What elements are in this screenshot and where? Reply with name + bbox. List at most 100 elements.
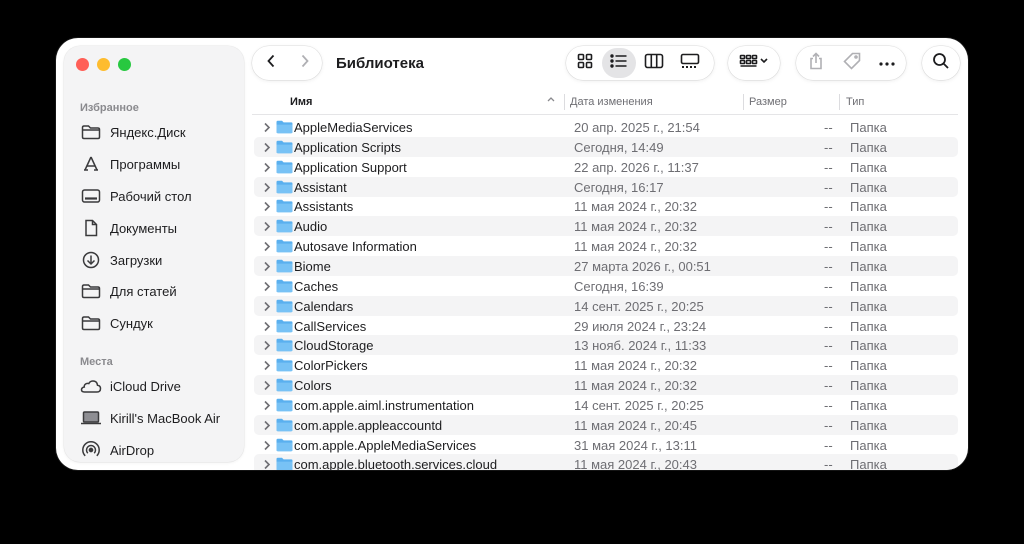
view-mode-group: [566, 46, 714, 80]
file-size: --: [824, 139, 833, 155]
table-row[interactable]: CloudStorage 13 нояб. 2024 г., 11:33 -- Пап…: [254, 335, 958, 356]
file-name: Biome: [294, 258, 331, 274]
icon-view-button[interactable]: [568, 48, 602, 78]
file-date-modified: 29 июля 2024 г., 23:24: [574, 318, 707, 334]
folder-icon: [276, 160, 293, 177]
sidebar-item-macbook[interactable]: Kirill's MacBook Air: [80, 405, 220, 431]
table-row[interactable]: Application Scripts Сегодня, 14:49 -- Папка: [254, 136, 958, 157]
disclosure-chevron-icon[interactable]: [263, 419, 271, 434]
minimize-button[interactable]: [97, 58, 110, 71]
sidebar-item-chest[interactable]: Сундук: [80, 310, 153, 336]
file-name: AppleMediaServices: [294, 120, 413, 135]
file-kind: Папка: [850, 457, 887, 470]
more-actions-button[interactable]: [870, 48, 904, 78]
disclosure-chevron-icon[interactable]: [263, 240, 271, 255]
back-button[interactable]: [254, 48, 288, 78]
file-size: --: [824, 120, 833, 135]
sidebar-item-downloads[interactable]: Загрузки: [80, 247, 162, 273]
share-button[interactable]: [798, 48, 834, 78]
column-header-kind[interactable]: Тип: [846, 96, 864, 108]
disclosure-chevron-icon[interactable]: [263, 458, 271, 470]
group-by-button[interactable]: [728, 48, 780, 78]
document-icon: [80, 218, 102, 238]
disclosure-chevron-icon[interactable]: [263, 141, 271, 156]
file-size: --: [824, 219, 833, 235]
disclosure-chevron-icon[interactable]: [263, 339, 271, 354]
file-date-modified: 31 мая 2024 г., 13:11: [574, 437, 697, 453]
file-kind: Папка: [850, 139, 887, 155]
folder-icon: [80, 313, 102, 333]
table-row[interactable]: CallServices 29 июля 2024 г., 23:24 -- Папк…: [254, 316, 958, 336]
table-row[interactable]: Biome 27 марта 2026 г., 00:51 -- Папка: [254, 255, 958, 276]
table-row[interactable]: Assistants 11 мая 2024 г., 20:32 -- Папка: [254, 196, 958, 216]
file-name: com.apple.aiml.instrumentation: [294, 397, 474, 413]
table-row[interactable]: com.apple.bluetooth.services.cloud 11 мая…: [254, 454, 958, 470]
table-row[interactable]: com.apple.aiml.instrumentation 14 сент. 2…: [254, 395, 958, 415]
search-button[interactable]: [922, 48, 960, 78]
disclosure-chevron-icon[interactable]: [263, 260, 271, 275]
sidebar-item-applications[interactable]: Программы: [80, 151, 180, 177]
sidebar-item-label: AirDrop: [110, 442, 155, 458]
disclosure-chevron-icon[interactable]: [263, 200, 271, 215]
disclosure-chevron-icon[interactable]: [263, 280, 271, 295]
table-row[interactable]: Assistant Сегодня, 16:17 -- Папка: [254, 176, 958, 197]
file-date-modified: 20 апр. 2025 г., 21:54: [574, 120, 700, 135]
file-size: --: [824, 199, 833, 215]
column-view-button[interactable]: [636, 48, 672, 78]
close-button[interactable]: [76, 58, 89, 71]
disclosure-chevron-icon[interactable]: [263, 320, 271, 335]
disclosure-chevron-icon[interactable]: [263, 439, 271, 454]
table-row[interactable]: Calendars 14 сент. 2025 г., 20:25 -- Папка: [254, 295, 958, 316]
file-date-modified: 14 сент. 2025 г., 20:25: [574, 298, 704, 314]
table-row[interactable]: ColorPickers 11 мая 2024 г., 20:32 -- Папка: [254, 355, 958, 375]
table-row[interactable]: AppleMediaServices 20 апр. 2025 г., 21:54…: [254, 117, 958, 137]
grid-icon: [577, 53, 593, 74]
applications-icon: [80, 154, 102, 174]
column-header-name[interactable]: Имя: [290, 96, 312, 108]
disclosure-chevron-icon[interactable]: [263, 220, 271, 235]
disclosure-chevron-icon[interactable]: [263, 181, 271, 196]
zoom-button[interactable]: [118, 58, 131, 71]
file-name: Audio: [294, 219, 328, 235]
disclosure-chevron-icon[interactable]: [263, 161, 271, 176]
table-row[interactable]: Colors 11 мая 2024 г., 20:32 -- Папка: [254, 375, 958, 396]
disclosure-chevron-icon[interactable]: [263, 399, 271, 414]
table-row[interactable]: Audio 11 мая 2024 г., 20:32 -- Папка: [254, 216, 958, 237]
disclosure-chevron-icon[interactable]: [263, 359, 271, 374]
sidebar-item-airdrop[interactable]: AirDrop: [80, 437, 154, 463]
group-grid-icon: [739, 54, 769, 73]
forward-button[interactable]: [288, 48, 322, 78]
folder-icon: [276, 438, 293, 455]
list-view-button[interactable]: [602, 48, 636, 78]
file-kind: Папка: [850, 378, 887, 394]
tags-button[interactable]: [834, 48, 870, 78]
gallery-view-button[interactable]: [672, 48, 708, 78]
chevron-left-icon: [265, 53, 277, 74]
column-divider: [839, 94, 840, 110]
sidebar-item-icloud-drive[interactable]: iCloud Drive: [80, 373, 181, 399]
table-row[interactable]: Caches Сегодня, 16:39 -- Папка: [254, 276, 958, 296]
table-row[interactable]: com.apple.AppleMediaServices 31 мая 2024 …: [254, 435, 958, 455]
file-name: Assistant: [294, 179, 347, 195]
file-name: Colors: [294, 378, 332, 394]
folder-icon: [276, 140, 293, 157]
sidebar-item-label: Kirill's MacBook Air: [110, 410, 221, 426]
file-size: --: [824, 159, 833, 175]
sidebar-item-documents[interactable]: Документы: [80, 215, 177, 241]
table-row[interactable]: Autosave Information 11 мая 2024 г., 20:3…: [254, 236, 958, 256]
sidebar-item-for-articles[interactable]: Для статей: [80, 278, 177, 304]
table-row[interactable]: com.apple.appleaccountd 11 мая 2024 г., 2…: [254, 414, 958, 435]
sidebar-item-label: Сундук: [110, 315, 153, 331]
disclosure-chevron-icon[interactable]: [263, 121, 271, 136]
file-name: Application Support: [294, 159, 407, 175]
folder-icon: [276, 319, 293, 336]
column-header-size[interactable]: Размер: [749, 96, 787, 108]
sidebar-item-yandex-disk[interactable]: Яндекс.Диск: [80, 119, 186, 145]
disclosure-chevron-icon[interactable]: [263, 379, 271, 394]
file-kind: Папка: [850, 120, 887, 135]
column-header-date[interactable]: Дата изменения: [570, 96, 653, 108]
disclosure-chevron-icon[interactable]: [263, 300, 271, 315]
sidebar-item-desktop[interactable]: Рабочий стол: [80, 183, 192, 209]
group-by-menu[interactable]: [728, 46, 780, 80]
table-row[interactable]: Application Support 22 апр. 2026 г., 11:3…: [254, 157, 958, 177]
